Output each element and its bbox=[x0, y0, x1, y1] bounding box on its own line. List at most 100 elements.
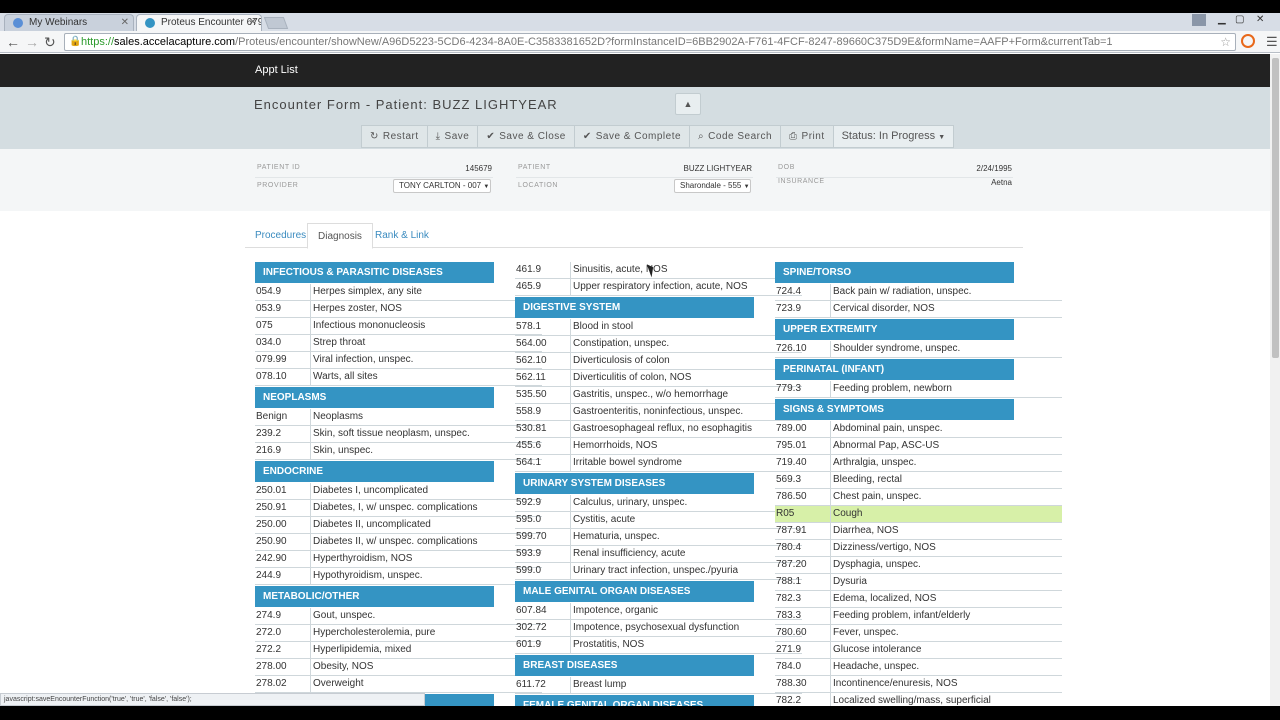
diagnosis-row[interactable]: 787.20 Dysphagia, unspec. bbox=[775, 557, 1062, 574]
diagnosis-row[interactable]: 789.00 Abdominal pain, unspec. bbox=[775, 421, 1062, 438]
save-button[interactable]: ⤓ Save bbox=[426, 125, 479, 148]
diagnosis-row[interactable]: 788.1 Dysuria bbox=[775, 574, 1062, 591]
diagnosis-row[interactable]: 078.10 Warts, all sites bbox=[255, 369, 542, 386]
print-button[interactable]: ⎙ Print bbox=[780, 125, 834, 148]
url-field[interactable]: 🔒 https://sales.accelacapture.com/Proteu… bbox=[64, 33, 1236, 51]
diagnosis-code: 789.00 bbox=[775, 421, 831, 437]
diagnosis-row[interactable]: 461.9 Sinusitis, acute, NOS bbox=[515, 262, 802, 279]
save-close-button[interactable]: ✔ Save & Close bbox=[477, 125, 575, 148]
diagnosis-row[interactable]: 271.9 Glucose intolerance bbox=[775, 642, 1062, 659]
diagnosis-row[interactable]: 788.30 Incontinence/enuresis, NOS bbox=[775, 676, 1062, 693]
diagnosis-row[interactable]: 578.1 Blood in stool bbox=[515, 319, 802, 336]
diagnosis-row[interactable]: 278.02 Overweight bbox=[255, 676, 542, 693]
collapse-button[interactable]: ▲ bbox=[675, 93, 701, 115]
browser-tab-my-webinars[interactable]: My Webinars ✕ bbox=[4, 14, 134, 31]
back-arrow-icon[interactable]: ← bbox=[6, 33, 20, 51]
minimize-icon[interactable]: ▁ bbox=[1218, 13, 1226, 27]
diagnosis-row[interactable]: 780.60 Fever, unspec. bbox=[775, 625, 1062, 642]
diagnosis-row[interactable]: 558.9 Gastroenteritis, noninfectious, uns… bbox=[515, 404, 802, 421]
diagnosis-row[interactable]: 530.81 Gastroesophageal reflux, no esopha… bbox=[515, 421, 802, 438]
diagnosis-row[interactable]: 780.4 Dizziness/vertigo, NOS bbox=[775, 540, 1062, 557]
diagnosis-row[interactable]: 250.01 Diabetes I, uncomplicated bbox=[255, 483, 542, 500]
save-complete-button[interactable]: ✔ Save & Complete bbox=[573, 125, 691, 148]
diagnosis-row[interactable]: 216.9 Skin, unspec. bbox=[255, 443, 542, 460]
diagnosis-row[interactable]: 726.10 Shoulder syndrome, unspec. bbox=[775, 341, 1062, 358]
diagnosis-row[interactable]: 599.0 Urinary tract infection, unspec./py… bbox=[515, 563, 802, 580]
diagnosis-row[interactable]: 250.00 Diabetes II, uncomplicated bbox=[255, 517, 542, 534]
browser-menu-icon[interactable]: ☰ bbox=[1266, 35, 1278, 48]
diagnosis-description: Abdominal pain, unspec. bbox=[833, 423, 943, 434]
tab-rank-link[interactable]: Rank & Link bbox=[365, 223, 439, 248]
diagnosis-code: Benign bbox=[255, 409, 311, 425]
diagnosis-row[interactable]: 719.40 Arthralgia, unspec. bbox=[775, 455, 1062, 472]
new-tab-button[interactable] bbox=[263, 17, 289, 29]
diagnosis-row[interactable]: 272.2 Hyperlipidemia, mixed bbox=[255, 642, 542, 659]
diagnosis-row[interactable]: 054.9 Herpes simplex, any site bbox=[255, 284, 542, 301]
diagnosis-row[interactable]: 783.3 Feeding problem, infant/elderly bbox=[775, 608, 1062, 625]
browser-tab-proteus-encounter[interactable]: Proteus Encounter 67942 ✕ bbox=[136, 14, 262, 31]
diagnosis-row[interactable]: 564.1 Irritable bowel syndrome bbox=[515, 455, 802, 472]
diagnosis-row[interactable]: 250.90 Diabetes II, w/ unspec. complicati… bbox=[255, 534, 542, 551]
diagnosis-row[interactable]: 724.4 Back pain w/ radiation, unspec. bbox=[775, 284, 1062, 301]
diagnosis-description: Skin, soft tissue neoplasm, unspec. bbox=[313, 428, 470, 439]
diagnosis-row[interactable]: 278.00 Obesity, NOS bbox=[255, 659, 542, 676]
diagnosis-row[interactable]: 053.9 Herpes zoster, NOS bbox=[255, 301, 542, 318]
diagnosis-row[interactable]: 569.3 Bleeding, rectal bbox=[775, 472, 1062, 489]
appt-list-link[interactable]: Appt List bbox=[255, 64, 298, 76]
diagnosis-row[interactable]: 272.0 Hypercholesterolemia, pure bbox=[255, 625, 542, 642]
diagnosis-row[interactable]: 302.72 Impotence, psychosexual dysfunctio… bbox=[515, 620, 802, 637]
diagnosis-row[interactable]: 601.9 Prostatitis, NOS bbox=[515, 637, 802, 654]
diagnosis-description: Dizziness/vertigo, NOS bbox=[833, 542, 936, 553]
close-window-icon[interactable]: ✕ bbox=[1256, 13, 1264, 27]
diagnosis-row[interactable]: 034.0 Strep throat bbox=[255, 335, 542, 352]
restart-button[interactable]: ↻ Restart bbox=[361, 125, 428, 148]
code-search-button[interactable]: ⌕ Code Search bbox=[689, 125, 782, 148]
diagnosis-row[interactable]: 595.0 Cystitis, acute bbox=[515, 512, 802, 529]
diagnosis-row[interactable]: 465.9 Upper respiratory infection, acute,… bbox=[515, 279, 802, 296]
diagnosis-row[interactable]: 075 Infectious mononucleosis bbox=[255, 318, 542, 335]
diagnosis-row[interactable]: 535.50 Gastritis, unspec., w/o hemorrhage bbox=[515, 387, 802, 404]
diagnosis-description: Edema, localized, NOS bbox=[833, 593, 937, 604]
scrollbar-thumb[interactable] bbox=[1272, 58, 1279, 358]
diagnosis-row[interactable]: 562.10 Diverticulosis of colon bbox=[515, 353, 802, 370]
diagnosis-row[interactable]: 244.9 Hypothyroidism, unspec. bbox=[255, 568, 542, 585]
forward-arrow-icon[interactable]: → bbox=[25, 33, 39, 51]
diagnosis-row[interactable]: 592.9 Calculus, urinary, unspec. bbox=[515, 495, 802, 512]
close-tab-icon[interactable]: ✕ bbox=[249, 15, 257, 30]
close-tab-icon[interactable]: ✕ bbox=[121, 15, 129, 30]
page-scrollbar[interactable] bbox=[1270, 54, 1280, 706]
provider-dropdown[interactable]: TONY CARLTON - 007 ▼ bbox=[393, 179, 491, 193]
diagnosis-row[interactable]: 599.70 Hematuria, unspec. bbox=[515, 529, 802, 546]
bookmark-star-icon[interactable]: ☆ bbox=[1220, 34, 1231, 50]
diagnosis-row[interactable]: 611.72 Breast lump bbox=[515, 677, 802, 694]
tab-procedures[interactable]: Procedures bbox=[245, 223, 316, 248]
diagnosis-row[interactable]: 455.6 Hemorrhoids, NOS bbox=[515, 438, 802, 455]
profile-icon[interactable] bbox=[1192, 14, 1206, 26]
diagnosis-row[interactable]: 274.9 Gout, unspec. bbox=[255, 608, 542, 625]
diagnosis-row[interactable]: 593.9 Renal insufficiency, acute bbox=[515, 546, 802, 563]
diagnosis-row[interactable]: 607.84 Impotence, organic bbox=[515, 603, 802, 620]
diagnosis-row[interactable]: 564.00 Constipation, unspec. bbox=[515, 336, 802, 353]
diagnosis-description: Chest pain, unspec. bbox=[833, 491, 922, 502]
status-dropdown[interactable]: Status: In Progress ▼ bbox=[832, 125, 955, 148]
diagnosis-row[interactable]: 786.50 Chest pain, unspec. bbox=[775, 489, 1062, 506]
maximize-icon[interactable]: ▢ bbox=[1235, 13, 1244, 27]
diagnosis-row[interactable]: 250.91 Diabetes, I, w/ unspec. complicati… bbox=[255, 500, 542, 517]
diagnosis-row-selected[interactable]: R05 Cough bbox=[775, 506, 1062, 523]
diagnosis-row[interactable]: 787.91 Diarrhea, NOS bbox=[775, 523, 1062, 540]
section-header: BREAST DISEASES bbox=[515, 655, 754, 676]
diagnosis-row[interactable]: 562.11 Diverticulitis of colon, NOS bbox=[515, 370, 802, 387]
diagnosis-row[interactable]: 784.0 Headache, unspec. bbox=[775, 659, 1062, 676]
tab-diagnosis[interactable]: Diagnosis bbox=[307, 223, 373, 249]
diagnosis-row[interactable]: 079.99 Viral infection, unspec. bbox=[255, 352, 542, 369]
diagnosis-row[interactable]: 239.2 Skin, soft tissue neoplasm, unspec. bbox=[255, 426, 542, 443]
diagnosis-row[interactable]: 242.90 Hyperthyroidism, NOS bbox=[255, 551, 542, 568]
diagnosis-row[interactable]: 795.01 Abnormal Pap, ASC-US bbox=[775, 438, 1062, 455]
diagnosis-row[interactable]: 723.9 Cervical disorder, NOS bbox=[775, 301, 1062, 318]
extension-icon[interactable] bbox=[1241, 34, 1255, 48]
diagnosis-row[interactable]: 782.3 Edema, localized, NOS bbox=[775, 591, 1062, 608]
diagnosis-row[interactable]: 779.3 Feeding problem, newborn bbox=[775, 381, 1062, 398]
diagnosis-row[interactable]: Benign Neoplasms bbox=[255, 409, 542, 426]
location-dropdown[interactable]: Sharondale - 555 ▼ bbox=[674, 179, 751, 193]
reload-icon[interactable]: ↻ bbox=[44, 33, 56, 51]
